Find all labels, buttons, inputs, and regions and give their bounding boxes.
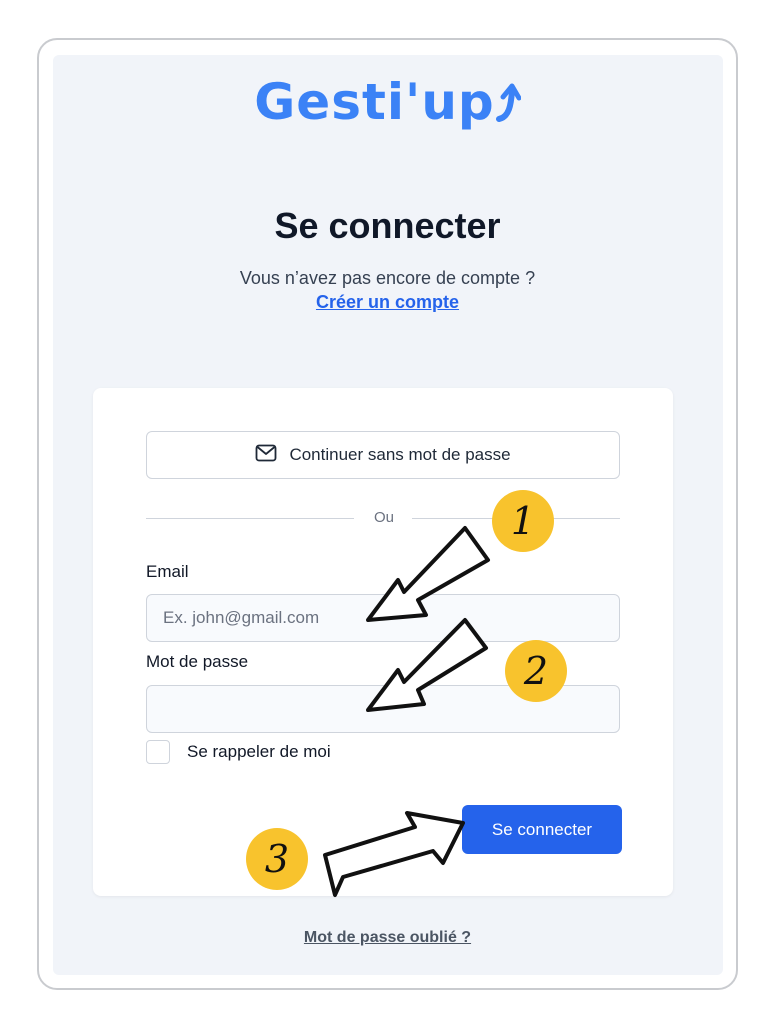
remember-me-label[interactable]: Se rappeler de moi xyxy=(187,742,331,762)
passwordless-login-label: Continuer sans mot de passe xyxy=(289,445,511,464)
annotation-badge-2: 2 xyxy=(505,640,567,702)
email-label: Email xyxy=(146,562,189,581)
login-submit-button[interactable]: Se connecter xyxy=(462,805,622,854)
forgot-password-link[interactable]: Mot de passe oublié ? xyxy=(0,929,775,947)
create-account-link[interactable]: Créer un compte xyxy=(0,292,775,313)
envelope-icon xyxy=(255,444,277,467)
page-title: Se connecter xyxy=(274,205,501,246)
brand-name: Gesti'up xyxy=(254,73,495,131)
annotation-arrow-2-icon xyxy=(366,618,488,712)
annotation-arrow-3-icon xyxy=(323,811,465,897)
signup-prompt: Vous n’avez pas encore de compte ? xyxy=(239,268,536,288)
password-label: Mot de passe xyxy=(146,652,249,671)
arrow-up-icon xyxy=(495,77,522,135)
divider-left xyxy=(146,518,354,519)
passwordless-login-button[interactable]: Continuer sans mot de passe xyxy=(146,431,620,479)
forgot-password-text[interactable]: Mot de passe oublié ? xyxy=(304,929,471,946)
annotation-badge-3: 3 xyxy=(246,828,308,890)
remember-me-checkbox[interactable] xyxy=(146,740,170,764)
create-account-link-text[interactable]: Créer un compte xyxy=(316,292,459,312)
login-submit-label: Se connecter xyxy=(491,819,593,839)
annotation-badge-1: 1 xyxy=(492,490,554,552)
brand-logo: Gesti'up xyxy=(0,73,775,135)
